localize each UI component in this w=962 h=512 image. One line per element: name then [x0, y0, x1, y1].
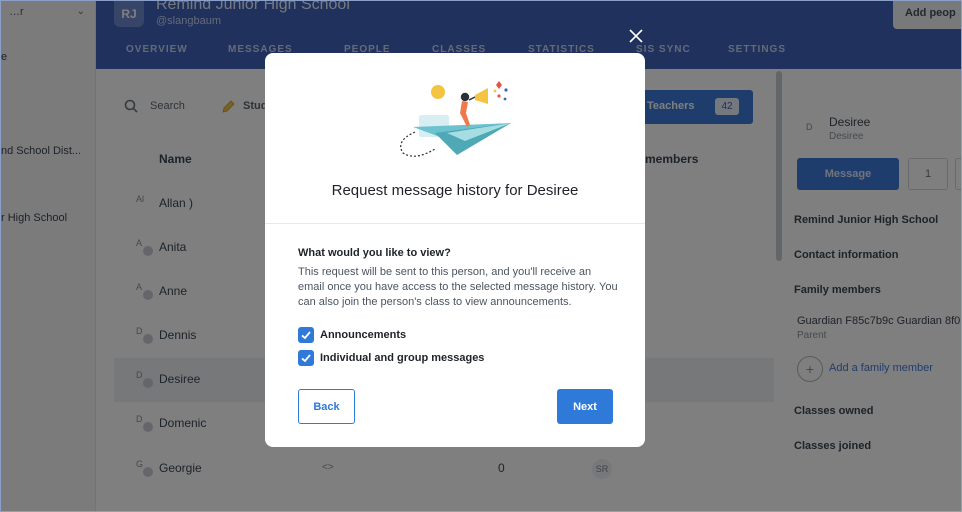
checkmark-icon	[301, 354, 311, 363]
app-window: …r ⌄ e nd School Dist... r High School R…	[0, 0, 962, 512]
dialog-title: Request message history for Desiree	[331, 182, 579, 199]
back-button[interactable]: Back	[298, 389, 355, 424]
request-history-dialog: Request message history for Desiree What…	[265, 53, 645, 447]
dialog-description: This request will be sent to this person…	[298, 266, 618, 308]
checkmark-icon	[301, 331, 311, 340]
messages-label: Individual and group messages	[320, 352, 485, 364]
announcements-option[interactable]: Announcements	[298, 327, 406, 343]
messages-option[interactable]: Individual and group messages	[298, 350, 484, 366]
next-button[interactable]: Next	[557, 389, 613, 424]
close-icon[interactable]	[627, 27, 645, 45]
megaphone-paper-plane-illustration	[400, 81, 511, 157]
messages-checkbox[interactable]	[298, 350, 314, 366]
announcements-label: Announcements	[320, 329, 407, 341]
divider	[265, 223, 645, 224]
dialog-question: What would you like to view?	[298, 247, 451, 259]
announcements-checkbox[interactable]	[298, 327, 314, 343]
